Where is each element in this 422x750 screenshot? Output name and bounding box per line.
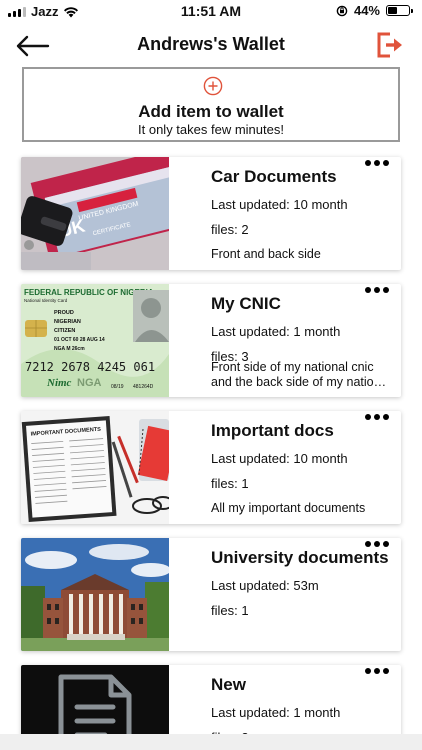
card-title: New xyxy=(211,675,246,694)
card-updated: Last updated: 1 month xyxy=(211,324,341,339)
more-options-button[interactable] xyxy=(365,287,389,293)
card-updated: Last updated: 53m xyxy=(211,578,319,593)
svg-text:PROUD: PROUD xyxy=(54,310,74,316)
card-description: Front and back side xyxy=(211,247,321,261)
card-files: files: 1 xyxy=(211,476,249,491)
orientation-lock-icon xyxy=(336,5,348,16)
battery-icon xyxy=(386,5,413,16)
card-title: Important docs xyxy=(211,421,334,440)
add-item-button[interactable]: Add item to wallet It only takes few min… xyxy=(22,67,400,142)
svg-text:NIGERIAN: NIGERIAN xyxy=(54,319,81,325)
more-options-button[interactable] xyxy=(365,668,389,674)
wallet-card-my-cnic[interactable]: FEDERAL REPUBLIC OF NIGERIA National Ide… xyxy=(21,284,401,397)
header: Andrews's Wallet xyxy=(0,28,422,64)
battery-percent: 44% xyxy=(353,3,380,18)
card-files: files: 2 xyxy=(211,222,249,237)
card-title: My CNIC xyxy=(211,294,281,313)
plus-circle-icon xyxy=(203,76,223,96)
important-docs-thumbnail: IMPORTANT DOCUMENTS xyxy=(21,411,169,524)
card-updated: Last updated: 1 month xyxy=(211,705,341,720)
add-item-title: Add item to wallet xyxy=(138,102,284,121)
card-updated: Last updated: 10 month xyxy=(211,451,348,466)
svg-text:01 OCT 60 28 AUG 14: 01 OCT 60 28 AUG 14 xyxy=(54,337,105,343)
svg-text:National Identity Card: National Identity Card xyxy=(24,298,68,303)
car-documents-thumbnail: UNITED KINGDOM UK CERTIFICATE xyxy=(21,157,169,270)
wallet-card-important-docs[interactable]: IMPORTANT DOCUMENTS Important docs Last … xyxy=(21,411,401,524)
status-right: 44% xyxy=(336,3,413,18)
card-title: Car Documents xyxy=(211,167,337,186)
more-options-button[interactable] xyxy=(365,541,389,547)
cnic-thumbnail: FEDERAL REPUBLIC OF NIGERIA National Ide… xyxy=(21,284,169,397)
university-thumbnail xyxy=(21,538,169,651)
card-title: University documents xyxy=(211,548,389,567)
status-bar: Jazz 11:51 AM 44% xyxy=(0,0,422,24)
card-updated: Last updated: 10 month xyxy=(211,197,348,212)
svg-text:08/19: 08/19 xyxy=(111,384,124,390)
wallet-card-car-documents[interactable]: UNITED KINGDOM UK CERTIFICATE Car Docume… xyxy=(21,157,401,270)
svg-text:CITIZEN: CITIZEN xyxy=(54,328,75,334)
bottom-bar xyxy=(0,734,422,750)
svg-text:NGA M 26cm: NGA M 26cm xyxy=(54,346,85,352)
svg-text:481264D: 481264D xyxy=(133,384,154,390)
add-item-subtitle: It only takes few minutes! xyxy=(138,122,284,137)
more-options-button[interactable] xyxy=(365,414,389,420)
svg-text:7212 2678 4245 061: 7212 2678 4245 061 xyxy=(25,360,155,374)
logout-button[interactable] xyxy=(376,30,404,60)
more-options-button[interactable] xyxy=(365,160,389,166)
wallet-card-university-documents[interactable]: University documents Last updated: 53m f… xyxy=(21,538,401,651)
svg-text:Nimc: Nimc xyxy=(46,377,72,389)
page-title: Andrews's Wallet xyxy=(137,34,285,54)
card-description: Front side of my national cnic and the b… xyxy=(211,360,391,389)
svg-text:NGA: NGA xyxy=(77,377,102,389)
card-description: All my important documents xyxy=(211,501,366,515)
logout-icon xyxy=(377,32,402,58)
card-files: files: 1 xyxy=(211,603,249,618)
